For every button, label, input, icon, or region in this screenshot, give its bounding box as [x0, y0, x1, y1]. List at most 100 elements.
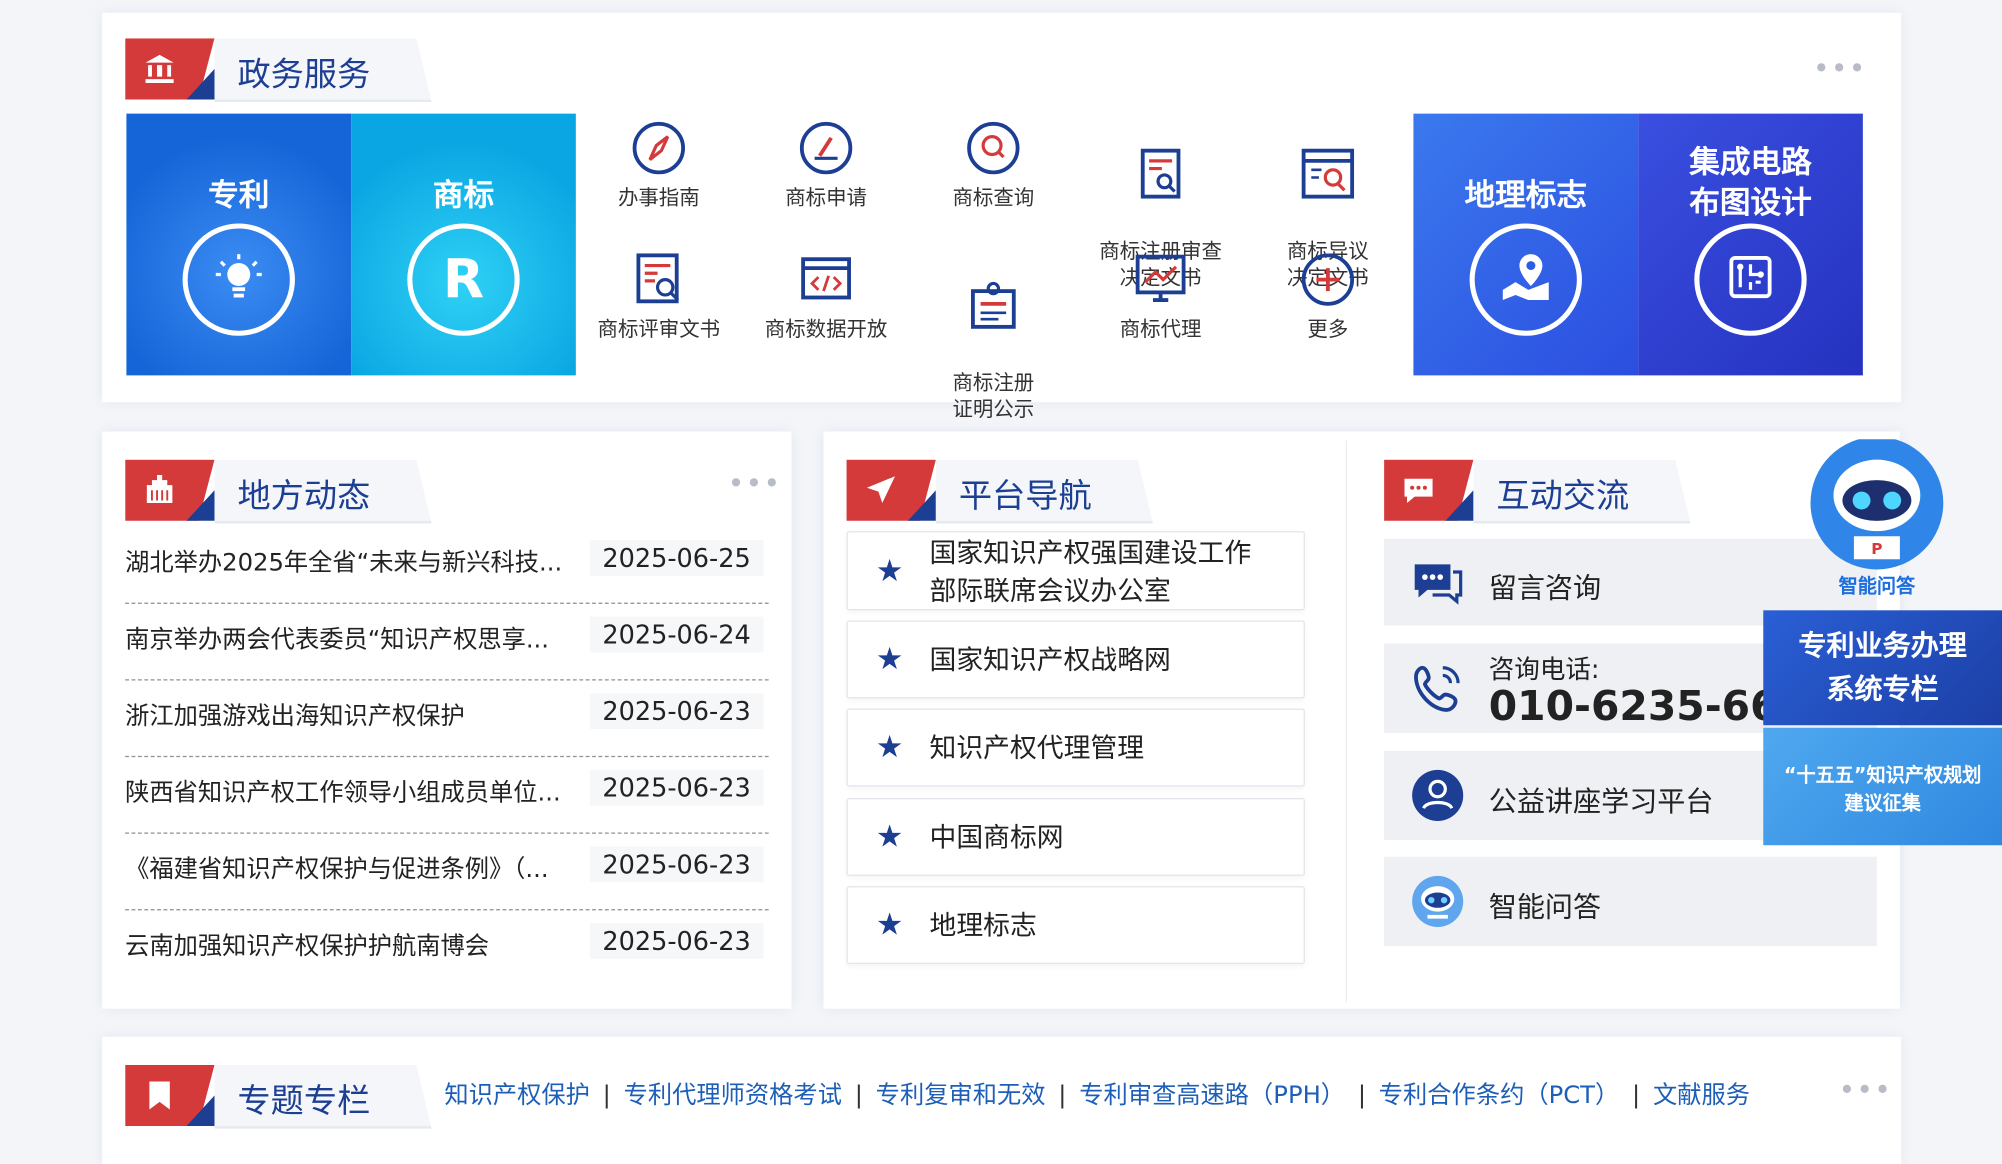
tile-patent[interactable]: 专利	[126, 113, 352, 376]
navigation-arrow-icon	[866, 476, 896, 504]
news-item[interactable]: 陕西省知识产权工作领导小组成员单位... 2025-06-23	[125, 757, 769, 834]
tile-label: 商标	[432, 177, 495, 214]
bookmark-icon	[149, 1081, 170, 1110]
news-date: 2025-06-23	[589, 923, 764, 959]
robot-mascot-icon: P	[1810, 436, 1944, 570]
service-item[interactable]: 商标查询	[910, 120, 1076, 211]
bank-icon	[145, 54, 174, 83]
news-title: 南京举办两会代表委员“知识产权思享...	[125, 625, 549, 654]
platform-nav-header: 平台导航	[846, 459, 1153, 524]
service-label: 商标申请	[785, 185, 867, 210]
service-item[interactable]: 商标申请	[743, 120, 909, 211]
service-label: 更多	[1307, 316, 1349, 341]
screen-search-icon	[1301, 148, 1355, 199]
topic-link[interactable]: 专利合作条约（PCT）	[1379, 1081, 1619, 1109]
banner-text: “十五五”知识产权规划 建议征集	[1783, 763, 1982, 815]
circuit-icon	[1729, 255, 1772, 299]
certificate-icon	[971, 281, 1016, 329]
section-title: 政务服务	[237, 56, 371, 95]
news-title: 浙江加强游戏出海知识产权保护	[125, 702, 465, 731]
building-icon	[146, 474, 173, 504]
compass-icon	[632, 121, 686, 175]
service-item[interactable]: 商标注册 证明公示	[910, 252, 1076, 423]
news-title: 陕西省知识产权工作领导小组成员单位...	[125, 778, 561, 807]
action-label: 智能问答	[1488, 892, 1602, 925]
nav-link[interactable]: ★ 国家知识产权战略网	[846, 620, 1305, 699]
news-item[interactable]: 南京举办两会代表委员“知识产权思享... 2025-06-24	[125, 604, 769, 681]
service-label: 商标注册 证明公示	[952, 370, 1035, 422]
news-title: 云南加强知识产权保护护航南博会	[125, 932, 490, 961]
tile-trademark[interactable]: 商标 R	[351, 113, 576, 376]
star-icon: ★	[875, 729, 904, 765]
topic-link[interactable]: 专利审查高速路（PPH）	[1079, 1081, 1345, 1109]
smart-qa-button[interactable]: 智能问答	[1384, 856, 1877, 947]
topics-more-icon[interactable]: •••	[1839, 1077, 1893, 1105]
divider	[1345, 440, 1348, 1003]
topics-header: 专题专栏	[125, 1064, 432, 1129]
topic-link[interactable]: 文献服务	[1653, 1081, 1750, 1109]
nav-link-label: 国家知识产权战略网	[929, 644, 1171, 676]
nav-link-label: 国家知识产权强国建设工作 部际联席会议办公室	[929, 537, 1252, 607]
message-icon	[1414, 564, 1463, 605]
news-item[interactable]: 浙江加强游戏出海知识产权保护 2025-06-23	[125, 681, 769, 758]
gov-service-header: 政务服务	[125, 38, 432, 103]
news-item[interactable]: 湖北举办2025年全省“未来与新兴科技... 2025-06-25	[125, 527, 769, 604]
action-label: 公益讲座学习平台	[1488, 786, 1714, 819]
news-item[interactable]: 云南加强知识产权保护护航南博会 2025-06-23	[125, 910, 769, 985]
action-label: 留言咨询	[1488, 573, 1602, 606]
chart-screen-icon	[1135, 254, 1186, 302]
service-label: 商标数据开放	[764, 316, 888, 341]
code-icon	[801, 257, 851, 300]
search-icon	[967, 121, 1020, 175]
service-item[interactable]: 商标评审文书	[576, 252, 742, 343]
topic-link[interactable]: 专利复审和无效	[876, 1081, 1046, 1109]
nav-link[interactable]: ★ 国家知识产权强国建设工作 部际联席会议办公室	[846, 531, 1305, 611]
tile-ic-layout[interactable]: 集成电路 布图设计	[1638, 113, 1863, 376]
plan-suggestion-banner[interactable]: “十五五”知识产权规划 建议征集	[1763, 727, 2002, 846]
news-title: 《福建省知识产权保护与促进条例》（...	[125, 855, 549, 884]
news-date: 2025-06-25	[589, 540, 764, 576]
section-title: 地方动态	[237, 477, 371, 516]
service-item[interactable]: 商标代理	[1078, 252, 1244, 343]
registered-icon: R	[442, 247, 485, 311]
topic-link[interactable]: 专利代理师资格考试	[624, 1081, 842, 1109]
plus-icon	[1301, 253, 1355, 306]
news-date: 2025-06-24	[589, 616, 764, 653]
gov-more-icon[interactable]: •••	[1813, 56, 1867, 84]
news-more-icon[interactable]: •••	[728, 471, 782, 499]
interaction-header: 互动交流	[1384, 459, 1691, 524]
tile-geo-indication[interactable]: 地理标志	[1413, 113, 1639, 376]
phone-number[interactable]: 010-6235-66	[1489, 682, 1779, 731]
topic-link[interactable]: 知识产权保护	[444, 1081, 590, 1109]
lightbulb-icon	[215, 254, 262, 298]
star-icon: ★	[875, 818, 904, 855]
nav-link[interactable]: ★ 知识产权代理管理	[846, 708, 1305, 787]
star-icon: ★	[875, 640, 904, 677]
local-news-header: 地方动态	[125, 459, 432, 524]
nav-link[interactable]: ★ 中国商标网	[846, 798, 1305, 876]
robot-icon	[1412, 875, 1464, 927]
service-label: 商标评审文书	[597, 316, 721, 341]
phone-label: 咨询电话:	[1488, 653, 1600, 685]
chat-bubble-icon	[1404, 478, 1433, 504]
news-item[interactable]: 《福建省知识产权保护与促进条例》（... 2025-06-23	[125, 834, 769, 911]
banner-text: 专利业务办理 系统专栏	[1798, 630, 1967, 707]
svg-text:P: P	[1871, 540, 1882, 558]
tile-label: 集成电路 布图设计	[1689, 144, 1812, 221]
news-title: 湖北举办2025年全省“未来与新兴科技...	[125, 549, 563, 578]
section-title: 专题专栏	[237, 1082, 371, 1122]
patent-system-banner[interactable]: 专利业务办理 系统专栏	[1763, 610, 2002, 726]
service-item[interactable]: 商标数据开放	[743, 252, 909, 343]
service-item[interactable]: 更多	[1245, 252, 1411, 343]
doc-search-icon	[1140, 148, 1181, 199]
review-doc-icon	[636, 253, 680, 304]
smart-qa-robot[interactable]: P 智能问答	[1803, 436, 1951, 600]
nav-link[interactable]: ★ 地理标志	[846, 886, 1305, 964]
nav-link-label: 中国商标网	[929, 822, 1064, 853]
phone-icon	[1414, 665, 1460, 712]
service-item[interactable]: 办事指南	[576, 120, 742, 211]
page: 政务服务 ••• 专利 商标 R 地理标志 集成电路 布图设计 办事指南 商标申…	[0, 0, 2002, 1164]
news-date: 2025-06-23	[589, 769, 764, 806]
nav-link-label: 地理标志	[929, 910, 1037, 942]
service-label: 商标代理	[1119, 316, 1202, 341]
